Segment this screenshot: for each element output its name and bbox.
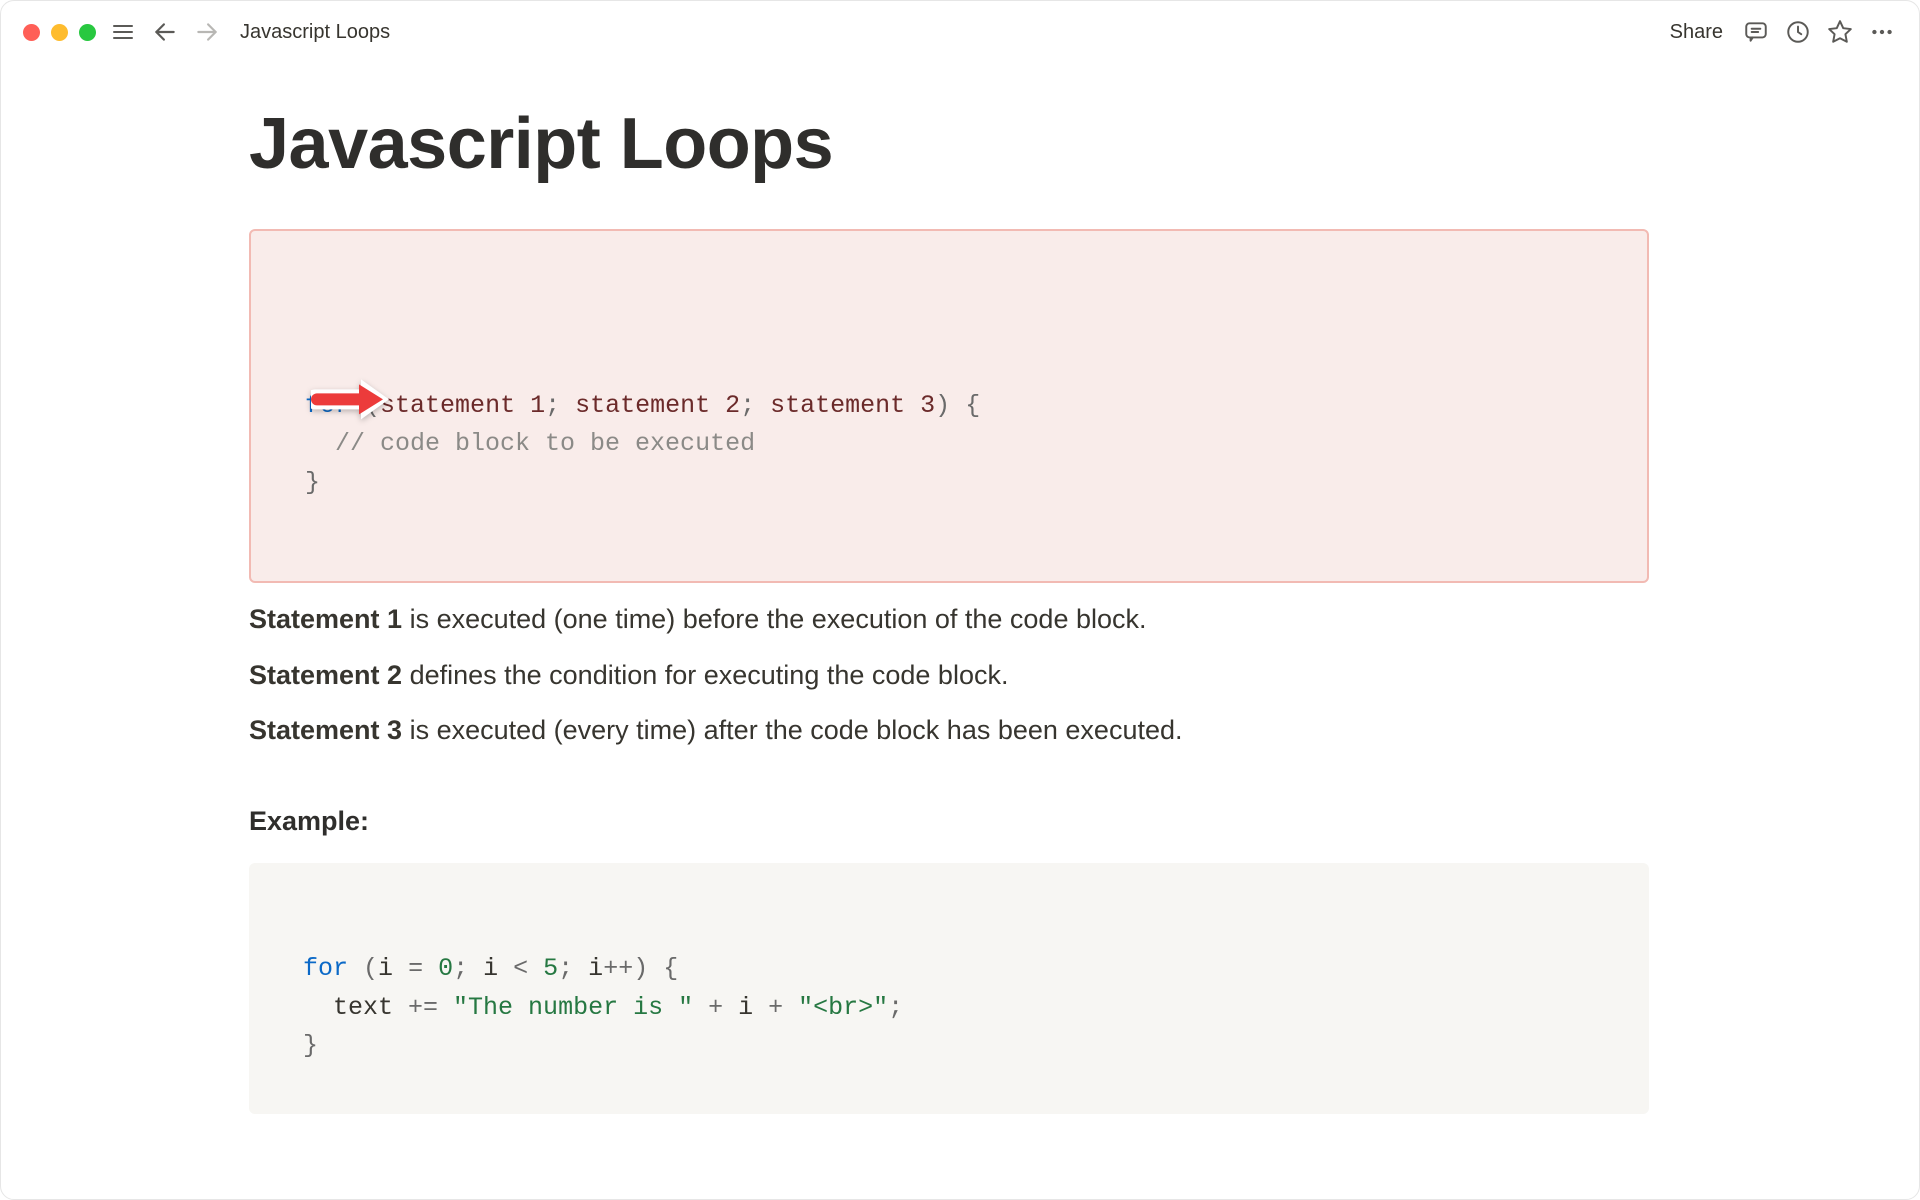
code-token: "<br>" [798, 993, 888, 1022]
code-token: "The number is " [453, 993, 693, 1022]
annotation-arrow-icon [161, 336, 389, 475]
code-token: ; [453, 954, 483, 983]
paragraph-stmt2: Statement 2 defines the condition for ex… [249, 657, 1649, 695]
window-controls [23, 24, 96, 41]
code-token: i [588, 954, 603, 983]
close-window-button[interactable] [23, 24, 40, 41]
text: defines the condition for executing the … [402, 660, 1008, 690]
text: is executed (every time) after the code … [402, 715, 1182, 745]
code-token: ( [363, 954, 378, 983]
code-token: + [693, 993, 738, 1022]
text: is executed (one time) before the execut… [402, 604, 1146, 634]
code-token: 5 [543, 954, 558, 983]
favorite-icon[interactable] [1825, 17, 1855, 47]
sidebar-toggle-icon[interactable] [108, 17, 138, 47]
code-token: ; [740, 391, 770, 420]
code-block[interactable]: for (i = 0; i < 5; i++) { text += "The n… [249, 863, 1649, 1114]
synced-code-block[interactable]: for (statement 1; statement 2; statement… [249, 229, 1649, 583]
code-token: ; [545, 391, 575, 420]
code-token: + [753, 993, 798, 1022]
code-token: < [513, 954, 543, 983]
example-heading: Example: [249, 806, 1649, 837]
code-token: ) [935, 391, 950, 420]
back-icon[interactable] [150, 17, 180, 47]
forward-icon[interactable] [192, 17, 222, 47]
more-icon[interactable] [1867, 17, 1897, 47]
minimize-window-button[interactable] [51, 24, 68, 41]
code-token: text [303, 993, 408, 1022]
updates-icon[interactable] [1783, 17, 1813, 47]
code-token: i [483, 954, 513, 983]
code-token: i [738, 993, 753, 1022]
code-token: ++ [603, 954, 633, 983]
bold-label: Statement 3 [249, 715, 402, 745]
code-token: ; [558, 954, 588, 983]
code-token: { [950, 391, 980, 420]
code-token: ; [888, 993, 903, 1022]
code-token: = [408, 954, 438, 983]
paragraph-stmt1: Statement 1 is executed (one time) befor… [249, 601, 1649, 639]
code-token: 0 [438, 954, 453, 983]
code-token: += [408, 993, 453, 1022]
code-token: statement 3 [770, 391, 935, 420]
maximize-window-button[interactable] [79, 24, 96, 41]
page-title: Javascript Loops [249, 103, 1649, 185]
code-token: { [648, 954, 678, 983]
code-token: } [303, 1031, 318, 1060]
code-token: statement 1 [380, 391, 545, 420]
code-token: i [378, 954, 408, 983]
comments-icon[interactable] [1741, 17, 1771, 47]
code-token: ) [633, 954, 648, 983]
code-token: statement 2 [575, 391, 740, 420]
page-content: Javascript Loops for (statement 1; state… [1, 63, 1919, 1199]
code-token: for [303, 954, 348, 983]
bold-label: Statement 2 [249, 660, 402, 690]
share-button[interactable]: Share [1664, 17, 1729, 48]
bold-label: Statement 1 [249, 604, 402, 634]
app-window: Javascript Loops Share Javascript Loops [0, 0, 1920, 1200]
topbar: Javascript Loops Share [1, 1, 1919, 63]
paragraph-stmt3: Statement 3 is executed (every time) aft… [249, 712, 1649, 750]
breadcrumb[interactable]: Javascript Loops [240, 21, 390, 44]
